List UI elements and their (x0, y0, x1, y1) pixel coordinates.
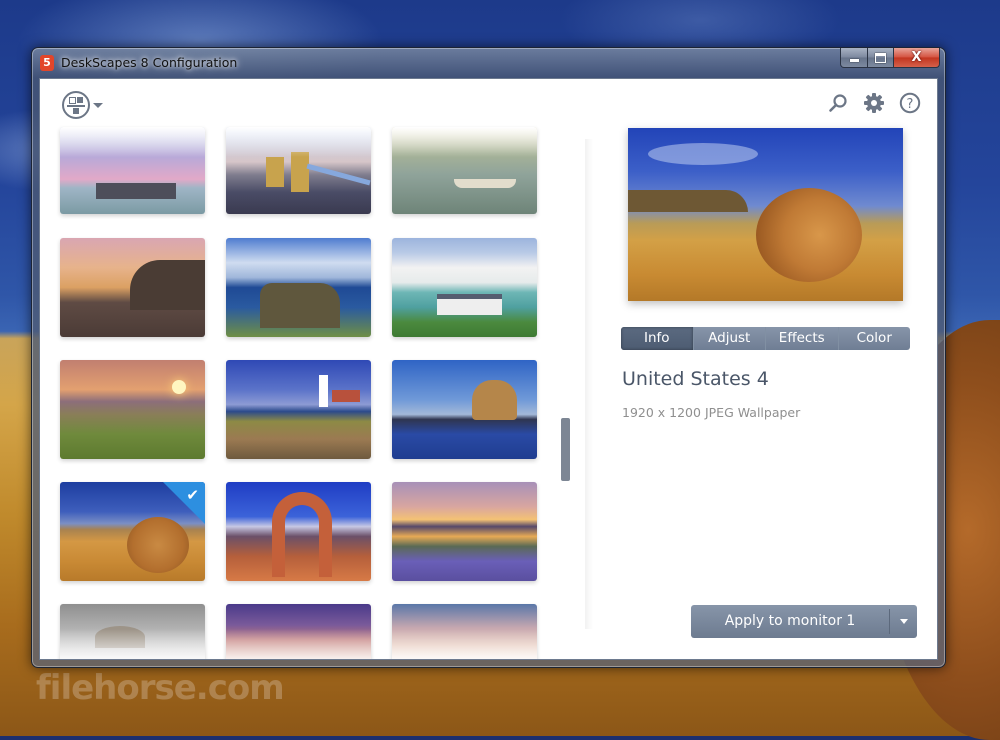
details-tabs: Info Adjust Effects Color (621, 327, 910, 350)
maximize-button[interactable] (868, 48, 894, 68)
wallpaper-thumbnail[interactable] (392, 360, 537, 459)
close-icon: X (911, 50, 922, 65)
wallpaper-thumbnail[interactable] (60, 604, 205, 659)
panel-divider (585, 139, 593, 629)
wallpaper-thumbnail[interactable] (392, 604, 537, 659)
minimize-icon (849, 59, 859, 62)
tab-effects[interactable]: Effects (765, 327, 838, 350)
search-icon (829, 94, 847, 112)
watermark: filehorse.com (36, 668, 285, 708)
maximize-icon (875, 52, 886, 63)
checkmark-icon: ✔ (186, 486, 199, 504)
tab-color[interactable]: Color (837, 327, 911, 350)
client-area: ? ✔ Info Adjust Effects Color United Sta… (39, 78, 938, 660)
tab-info[interactable]: Info (621, 327, 693, 350)
apply-button-group: Apply to monitor 1 (691, 605, 917, 638)
wallpaper-thumbnail[interactable] (60, 360, 205, 459)
settings-button[interactable] (863, 92, 885, 114)
wallpaper-gallery: ✔ (40, 127, 580, 659)
toolbar-icons: ? (827, 92, 921, 114)
wallpaper-thumbnail[interactable] (226, 360, 371, 459)
gear-icon (864, 93, 884, 113)
tab-adjust[interactable]: Adjust (692, 327, 766, 350)
close-button[interactable]: X (894, 48, 940, 68)
chevron-down-icon (93, 102, 103, 108)
help-button[interactable]: ? (899, 92, 921, 114)
gallery-scrollbar[interactable] (561, 418, 570, 481)
grid-view-icon (62, 91, 90, 119)
app-logo-icon: 5 (40, 55, 54, 71)
app-window: 5 DeskScapes 8 Configuration X ? ✔ Info … (31, 47, 946, 668)
apply-to-monitor-button[interactable]: Apply to monitor 1 (691, 605, 889, 638)
wallpaper-title: United States 4 (622, 368, 769, 390)
chevron-down-icon (899, 619, 908, 624)
wallpaper-preview (628, 128, 903, 301)
svg-text:?: ? (907, 97, 914, 112)
wallpaper-thumbnail[interactable] (226, 127, 371, 214)
wallpaper-thumbnail[interactable] (60, 238, 205, 337)
apply-options-dropdown[interactable] (890, 605, 917, 638)
wallpaper-thumbnail[interactable] (392, 238, 537, 337)
wallpaper-thumbnail[interactable] (226, 604, 371, 659)
wallpaper-metadata: 1920 x 1200 JPEG Wallpaper (622, 405, 801, 420)
wallpaper-thumbnail[interactable] (60, 127, 205, 214)
caption-buttons: X (840, 48, 940, 68)
view-toggle-button[interactable] (62, 91, 103, 119)
wallpaper-thumbnail[interactable] (392, 127, 537, 214)
wallpaper-thumbnail[interactable]: ✔ (60, 482, 205, 581)
minimize-button[interactable] (840, 48, 868, 68)
search-button[interactable] (827, 92, 849, 114)
wallpaper-thumbnail[interactable] (226, 238, 371, 337)
wallpaper-thumbnail[interactable] (392, 482, 537, 581)
title-bar[interactable]: 5 DeskScapes 8 Configuration X (32, 48, 945, 78)
wallpaper-thumbnail[interactable] (226, 482, 371, 581)
help-icon: ? (899, 92, 921, 114)
window-title: DeskScapes 8 Configuration (61, 55, 238, 70)
